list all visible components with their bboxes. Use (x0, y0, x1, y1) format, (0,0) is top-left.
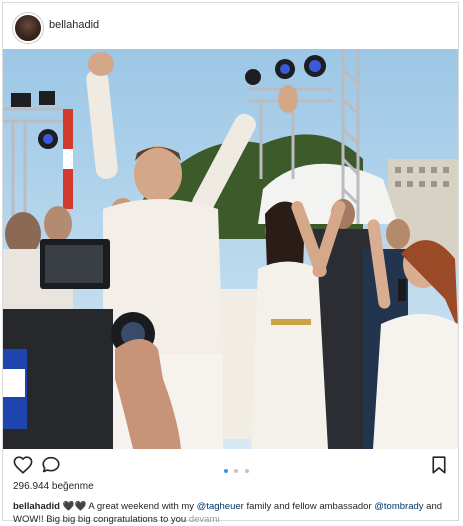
carousel-dot[interactable] (224, 469, 228, 473)
carousel-indicator (223, 460, 250, 473)
bookmark-icon[interactable] (431, 456, 447, 474)
post-photo[interactable] (3, 49, 458, 449)
post-caption: bellahadid 🖤🖤 A great weekend with my @t… (13, 500, 453, 526)
more-link[interactable]: devamı (189, 514, 220, 525)
user-avatar[interactable] (13, 13, 43, 43)
mention-link[interactable]: @tagheuer (197, 501, 244, 512)
heart-icon[interactable] (13, 456, 33, 474)
woman-with-microphone (367, 219, 458, 449)
comment-icon[interactable] (41, 456, 61, 474)
like-count[interactable]: 296.944 beğenme (13, 481, 94, 492)
caption-text: A great weekend with my (88, 501, 195, 512)
post-header: bellahadid (3, 3, 458, 49)
carousel-dot[interactable] (244, 469, 249, 473)
caption-emoji: 🖤🖤 (62, 501, 87, 512)
instagram-post: bellahadid 296.944 beğenme bellahadid 🖤🖤… (2, 2, 459, 525)
caption-username[interactable]: bellahadid (13, 501, 60, 512)
post-username[interactable]: bellahadid (49, 19, 99, 31)
caption-text: family and fellow ambassador (246, 501, 372, 512)
photo-illustration (3, 49, 458, 449)
mention-link[interactable]: @tombrady (374, 501, 423, 512)
